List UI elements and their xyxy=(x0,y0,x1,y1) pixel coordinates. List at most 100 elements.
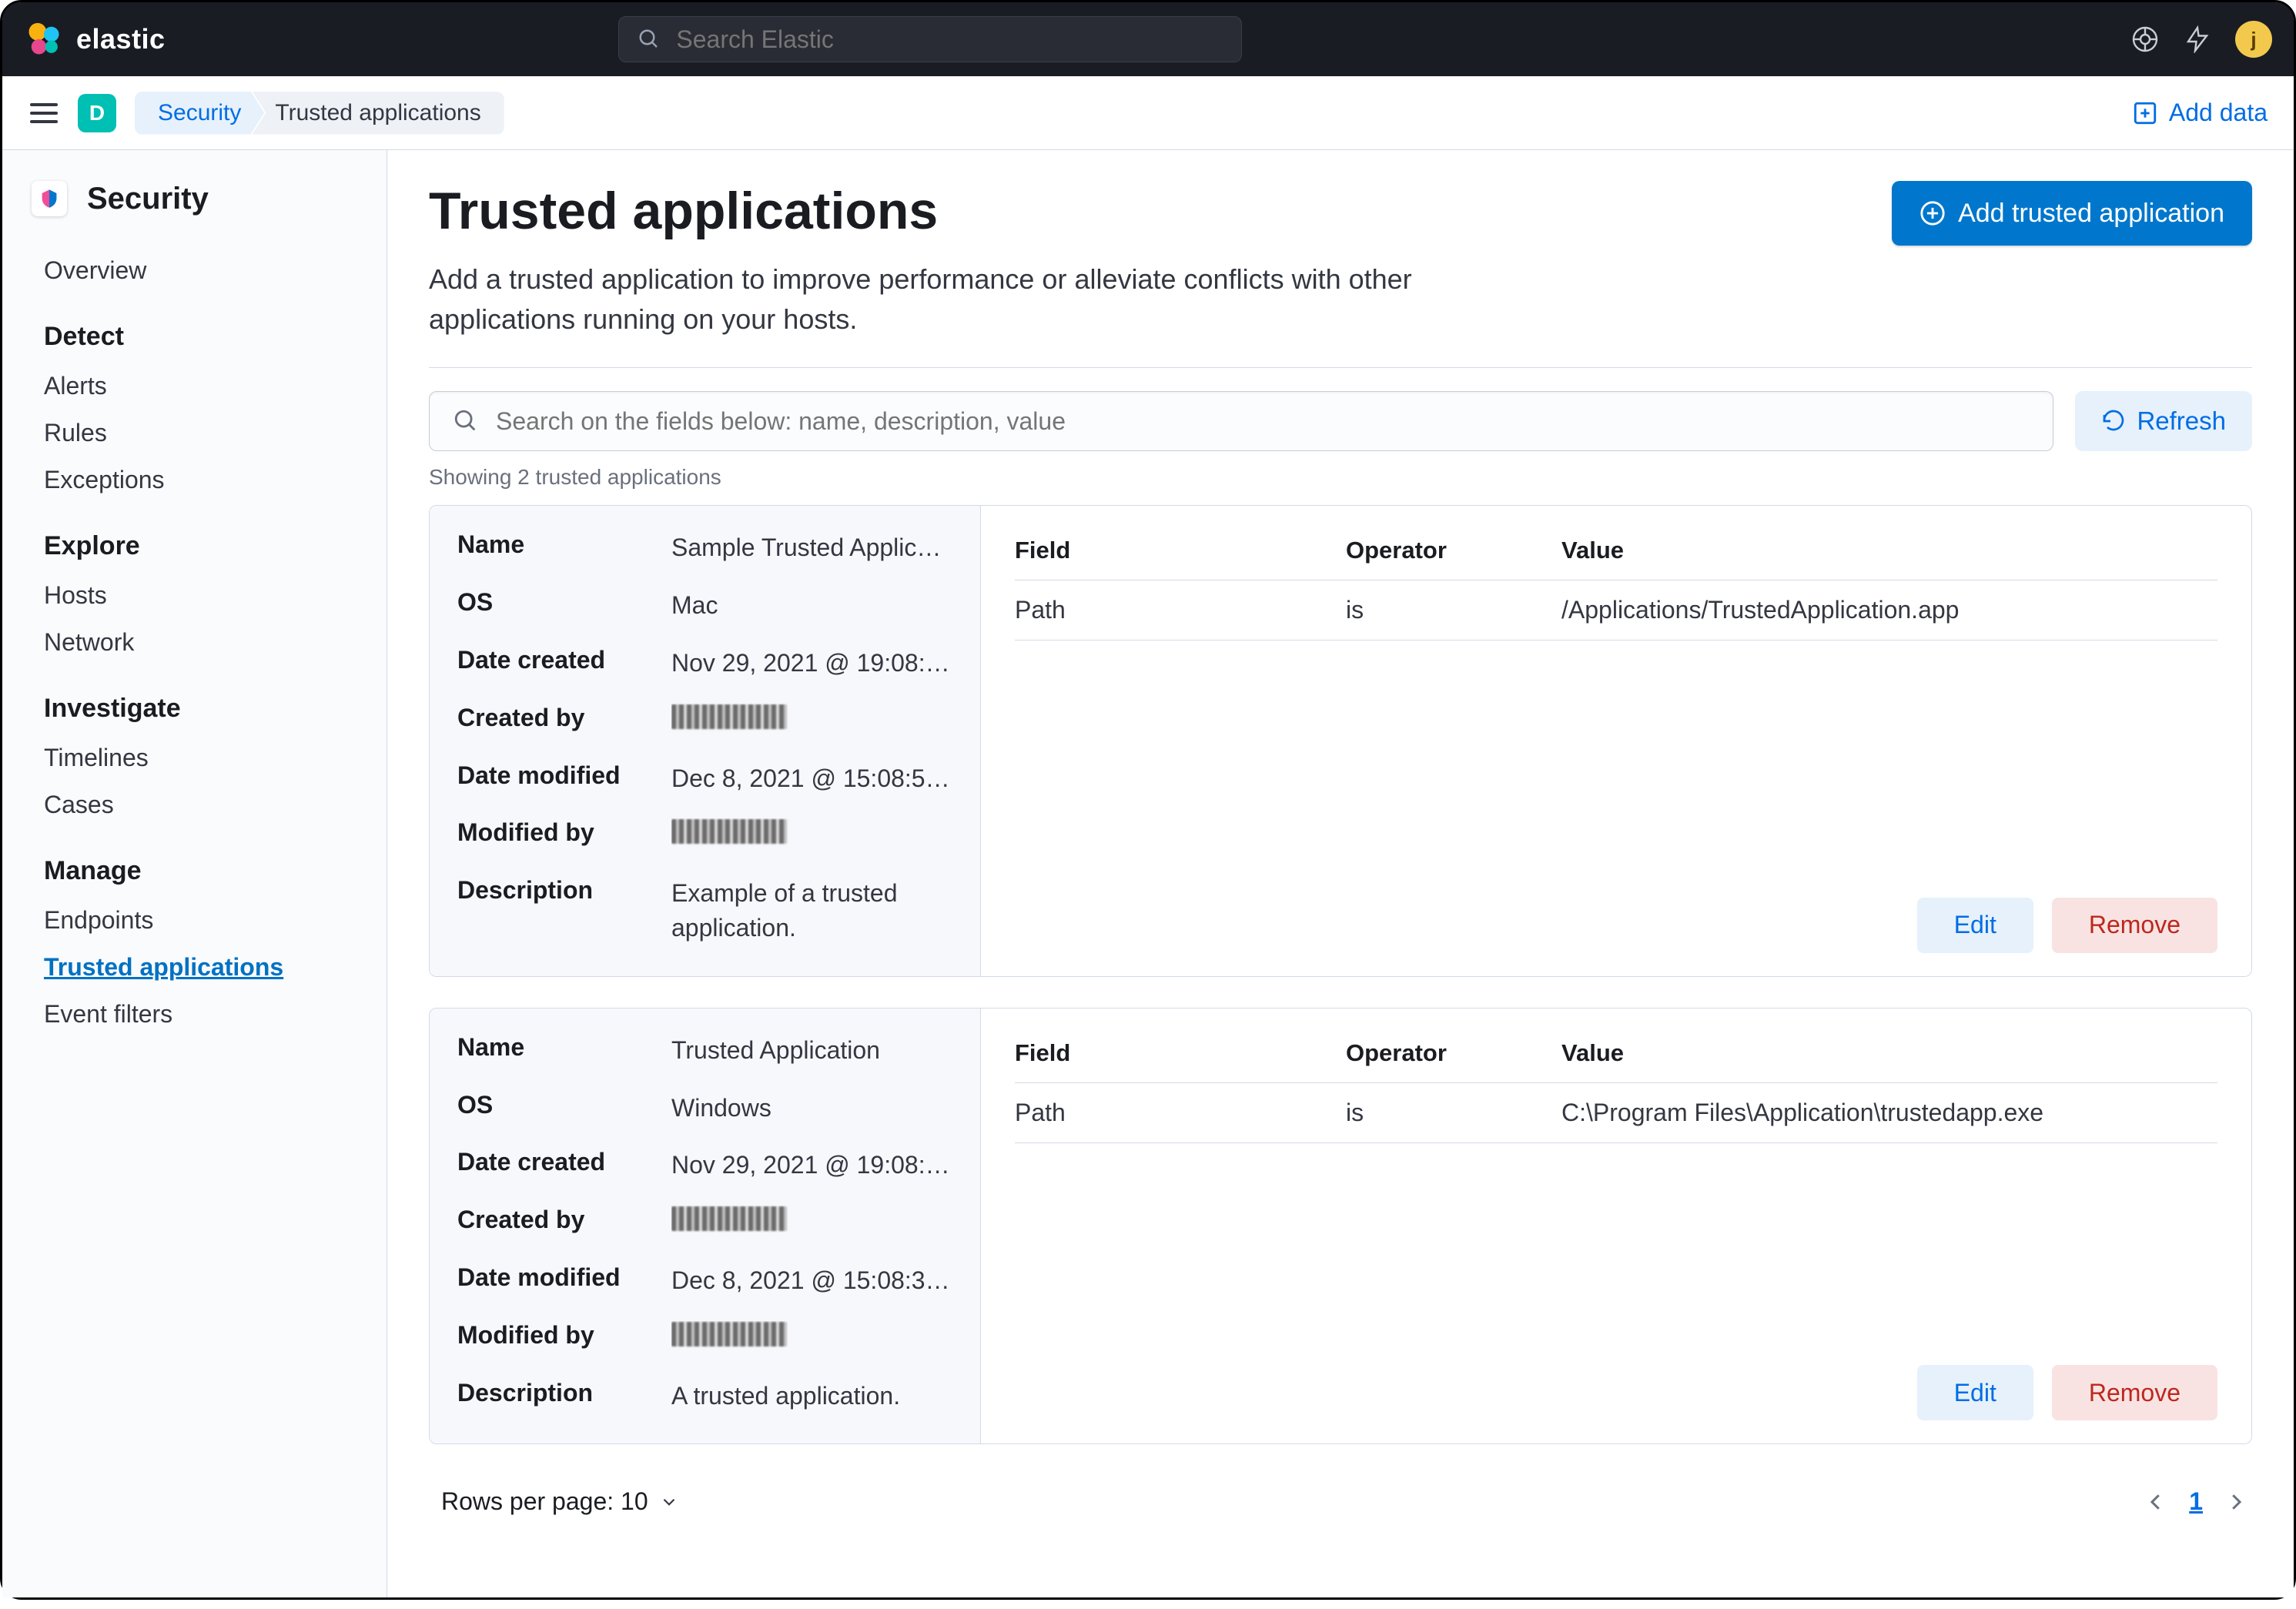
trusted-application-card: NameTrusted ApplicationOSWindowsDate cre… xyxy=(429,1008,2252,1445)
meta-value-modified_by xyxy=(671,818,952,853)
divider xyxy=(429,367,2252,368)
sidebar-item-network[interactable]: Network xyxy=(32,619,357,666)
cell-field: Path xyxy=(1015,1099,1346,1127)
conditions-table-header: FieldOperatorValue xyxy=(1015,521,2217,580)
conditions-table-row: PathisC:\Program Files\Application\trust… xyxy=(1015,1083,2217,1143)
col-operator: Operator xyxy=(1346,1039,1561,1067)
cell-operator: is xyxy=(1346,596,1561,624)
remove-button[interactable]: Remove xyxy=(2052,898,2217,953)
meta-label-date_modified: Date modified xyxy=(457,1263,665,1292)
col-value: Value xyxy=(1561,537,2217,564)
meta-label-created_by: Created by xyxy=(457,704,665,732)
list-search-field[interactable] xyxy=(429,391,2053,451)
meta-value-created_by xyxy=(671,1206,952,1240)
redacted-value xyxy=(671,1322,787,1346)
page-title: Trusted applications xyxy=(429,181,1553,241)
meta-value-date_modified: Dec 8, 2021 @ 15:08:50.4... xyxy=(671,761,952,796)
sidebar-item-exceptions[interactable]: Exceptions xyxy=(32,457,357,503)
page-next-icon[interactable] xyxy=(2224,1490,2247,1514)
result-count: Showing 2 trusted applications xyxy=(429,465,2252,490)
meta-value-created_by xyxy=(671,704,952,738)
sidebar-item-timelines[interactable]: Timelines xyxy=(32,734,357,781)
rows-per-page-selector[interactable]: Rows per page: 10 xyxy=(441,1487,679,1516)
meta-label-name: Name xyxy=(457,530,665,559)
security-icon xyxy=(32,181,67,216)
meta-label-os: OS xyxy=(457,588,665,617)
page-prev-icon[interactable] xyxy=(2144,1490,2167,1514)
sidebar-group-header: Investigate xyxy=(32,666,357,734)
cell-operator: is xyxy=(1346,1099,1561,1127)
meta-value-name: Sample Trusted Application xyxy=(671,530,952,565)
user-avatar[interactable]: j xyxy=(2235,21,2272,58)
global-search-input[interactable] xyxy=(674,25,1223,55)
meta-value-name: Trusted Application xyxy=(671,1033,952,1068)
conditions-table-row: Pathis/Applications/TrustedApplication.a… xyxy=(1015,580,2217,641)
refresh-icon xyxy=(2101,409,2126,433)
meta-label-date_created: Date created xyxy=(457,646,665,674)
add-data-link[interactable]: Add data xyxy=(2132,99,2268,127)
space-badge[interactable]: D xyxy=(78,94,116,132)
add-data-label: Add data xyxy=(2169,99,2268,127)
redacted-value xyxy=(671,1206,787,1231)
col-operator: Operator xyxy=(1346,537,1561,564)
nav-toggle-icon[interactable] xyxy=(28,98,59,129)
meta-label-modified_by: Modified by xyxy=(457,818,665,847)
meta-value-date_created: Nov 29, 2021 @ 19:08:46.... xyxy=(671,1148,952,1182)
edit-button[interactable]: Edit xyxy=(1917,898,2033,953)
sidebar-group-header: Detect xyxy=(32,294,357,363)
meta-label-modified_by: Modified by xyxy=(457,1321,665,1350)
sidebar-group-header: Explore xyxy=(32,503,357,572)
redacted-value xyxy=(671,704,787,729)
meta-value-date_created: Nov 29, 2021 @ 19:08:00.... xyxy=(671,646,952,681)
trusted-application-card: NameSample Trusted ApplicationOSMacDate … xyxy=(429,505,2252,976)
meta-value-description: A trusted application. xyxy=(671,1379,952,1413)
meta-label-description: Description xyxy=(457,876,665,905)
newsfeed-icon[interactable] xyxy=(2183,25,2212,54)
meta-label-name: Name xyxy=(457,1033,665,1062)
sidebar-item-rules[interactable]: Rules xyxy=(32,410,357,457)
sidebar-item-alerts[interactable]: Alerts xyxy=(32,363,357,410)
add-trusted-application-button[interactable]: Add trusted application xyxy=(1892,181,2252,246)
sidebar-item-trusted-applications[interactable]: Trusted applications xyxy=(32,944,357,991)
page-description: Add a trusted application to improve per… xyxy=(429,259,1553,340)
breadcrumb-trusted-applications: Trusted applications xyxy=(252,92,504,135)
conditions-table-header: FieldOperatorValue xyxy=(1015,1024,2217,1083)
refresh-button[interactable]: Refresh xyxy=(2075,391,2252,451)
elastic-logo-icon xyxy=(24,19,64,59)
page-current[interactable]: 1 xyxy=(2189,1487,2203,1516)
meta-value-description: Example of a trusted application. xyxy=(671,876,952,945)
top-header: elastic j xyxy=(2,2,2294,76)
redacted-value xyxy=(671,819,787,844)
list-search-input[interactable] xyxy=(494,406,2030,437)
brand-name: elastic xyxy=(76,23,166,55)
add-data-icon xyxy=(2132,100,2158,126)
sidebar-item-cases[interactable]: Cases xyxy=(32,781,357,828)
cell-value: /Applications/TrustedApplication.app xyxy=(1561,596,2217,624)
remove-button[interactable]: Remove xyxy=(2052,1365,2217,1420)
meta-label-created_by: Created by xyxy=(457,1206,665,1234)
col-field: Field xyxy=(1015,1039,1346,1067)
breadcrumb-security[interactable]: Security xyxy=(135,92,264,135)
cell-field: Path xyxy=(1015,596,1346,624)
meta-value-modified_by xyxy=(671,1321,952,1356)
help-icon[interactable] xyxy=(2130,25,2160,54)
global-search[interactable] xyxy=(618,16,1242,62)
sidebar-item-endpoints[interactable]: Endpoints xyxy=(32,897,357,944)
col-value: Value xyxy=(1561,1039,2217,1067)
col-field: Field xyxy=(1015,537,1346,564)
side-nav-title: Security xyxy=(2,175,387,247)
sidebar-item-event-filters[interactable]: Event filters xyxy=(32,991,357,1038)
brand-logo[interactable]: elastic xyxy=(24,19,166,59)
side-nav: Security Overview DetectAlertsRulesExcep… xyxy=(2,150,387,1597)
meta-value-os: Windows xyxy=(671,1091,952,1126)
breadcrumb: Security Trusted applications xyxy=(135,92,504,135)
search-icon xyxy=(638,28,661,51)
pagination: 1 xyxy=(2144,1487,2247,1516)
main-content: Trusted applications Add a trusted appli… xyxy=(387,150,2294,1597)
sidebar-item-hosts[interactable]: Hosts xyxy=(32,572,357,619)
meta-label-date_created: Date created xyxy=(457,1148,665,1176)
meta-value-os: Mac xyxy=(671,588,952,623)
sidebar-item-overview[interactable]: Overview xyxy=(32,247,357,294)
meta-label-date_modified: Date modified xyxy=(457,761,665,790)
edit-button[interactable]: Edit xyxy=(1917,1365,2033,1420)
